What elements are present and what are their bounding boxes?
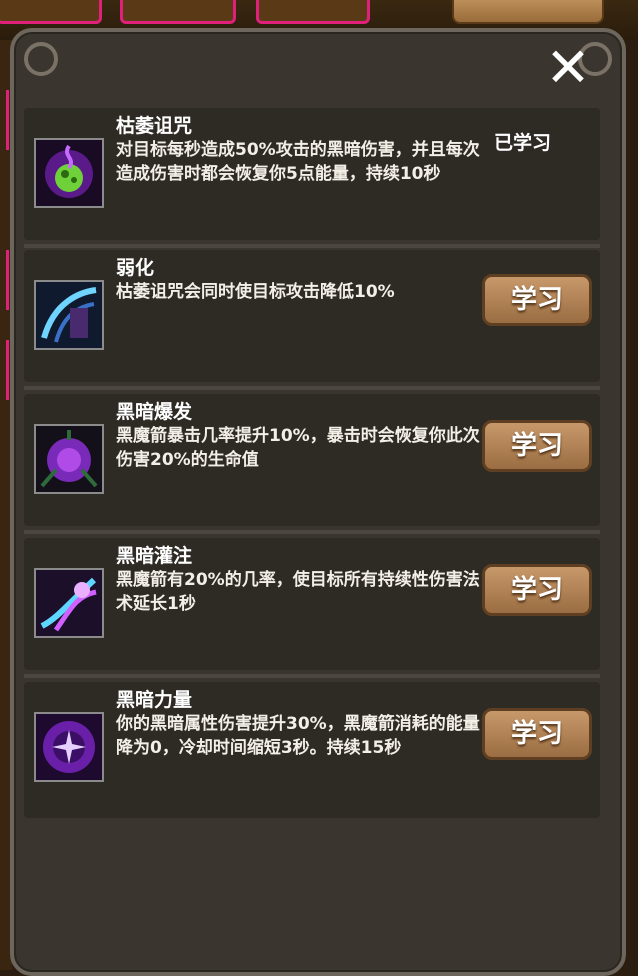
skill-title: 黑暗灌注	[116, 545, 193, 567]
left-marker	[0, 90, 9, 150]
skill-row: 黑暗爆发 黑魔箭暴击几率提升10%，暴击时会恢复你此次伤害20%的生命值 学习	[24, 394, 600, 534]
skill-row: 黑暗灌注 黑魔箭有20%的几率，使目标所有持续性伤害法术延长1秒 学习	[24, 538, 600, 678]
dark-burst-icon	[34, 424, 104, 494]
divider	[24, 386, 600, 390]
top-tab-3[interactable]	[256, 0, 370, 24]
withering-curse-icon	[34, 138, 104, 208]
panel-corner-ornament	[24, 42, 58, 76]
skill-title: 枯萎诅咒	[116, 115, 193, 137]
skill-title: 弱化	[116, 257, 155, 279]
skill-title: 黑暗爆发	[116, 401, 193, 423]
learn-button[interactable]: 学习	[482, 564, 592, 616]
skill-description: 对目标每秒造成50%攻击的黑暗伤害，并且每次造成伤害时都会恢复你5点能量，持续1…	[116, 140, 480, 184]
learn-button[interactable]: 学习	[482, 420, 592, 472]
weaken-icon	[34, 280, 104, 350]
left-marker	[0, 250, 9, 310]
skill-description: 黑魔箭有20%的几率，使目标所有持续性伤害法术延长1秒	[116, 570, 480, 614]
divider	[24, 530, 600, 534]
learned-status: 已学习	[494, 132, 552, 154]
divider	[24, 674, 600, 678]
learn-button[interactable]: 学习	[482, 274, 592, 326]
skill-description: 枯萎诅咒会同时使目标攻击降低10%	[116, 282, 395, 302]
skill-row: 弱化 枯萎诅咒会同时使目标攻击降低10% 学习	[24, 250, 600, 390]
skill-description: 黑魔箭暴击几率提升10%，暴击时会恢复你此次伤害20%的生命值	[116, 426, 480, 470]
skill-title: 黑暗力量	[116, 689, 193, 711]
left-marker	[0, 340, 9, 400]
top-right-button[interactable]	[452, 0, 604, 24]
skill-row: 黑暗力量 你的黑暗属性伤害提升30%，黑魔箭消耗的能量降为0，冷却时间缩短3秒。…	[24, 682, 600, 818]
skill-row: 枯萎诅咒 对目标每秒造成50%攻击的黑暗伤害，并且每次造成伤害时都会恢复你5点能…	[24, 108, 600, 248]
dark-infusion-icon	[34, 568, 104, 638]
close-icon[interactable]: ✕	[540, 41, 596, 95]
dark-power-icon	[34, 712, 104, 782]
top-tab-1[interactable]	[0, 0, 102, 24]
divider	[24, 244, 600, 248]
learn-button[interactable]: 学习	[482, 708, 592, 760]
top-tab-2[interactable]	[120, 0, 236, 24]
skill-description: 你的黑暗属性伤害提升30%，黑魔箭消耗的能量降为0，冷却时间缩短3秒。持续15秒	[116, 714, 480, 758]
